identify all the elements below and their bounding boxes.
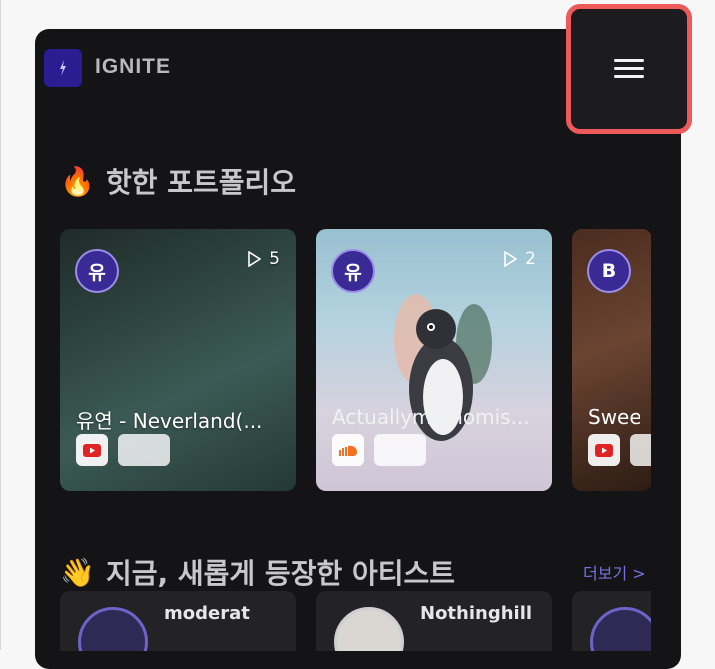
avatar[interactable] [78,607,148,651]
fire-icon: 🔥 [60,164,95,198]
avatar[interactable]: B [587,249,631,293]
tag-pill [374,434,426,466]
tag-pill [118,434,170,466]
play-icon [504,251,518,267]
hot-portfolio-heading: 🔥 핫한 포트폴리오 [60,161,296,201]
avatar[interactable]: 유 [331,249,375,293]
artist-card[interactable]: Nothinghill [316,591,552,651]
logo-text[interactable]: IGNITE [95,55,171,79]
avatar[interactable] [334,607,404,651]
play-icon [248,251,262,267]
logo-icon[interactable] [44,49,82,87]
play-count: 5 [247,249,280,269]
play-count-value: 5 [269,249,280,269]
portfolio-carousel[interactable]: 유 5 유연 - Neverland(... 유 2 Actuallymymom… [60,229,651,493]
youtube-icon[interactable] [76,434,108,466]
play-count-value: 2 [525,249,536,269]
platform-badges [588,434,651,466]
tag-pill [630,434,651,466]
portfolio-card[interactable]: B Sweet [572,229,651,491]
new-artists-title: 지금, 새롭게 등장한 아티스트 [106,557,456,590]
soundcloud-icon[interactable] [332,434,364,466]
menu-button[interactable] [566,4,692,134]
waving-hand-icon: 👋 [60,555,95,589]
play-count: 2 [503,249,536,269]
artist-name: moderat [164,603,250,624]
artist-card[interactable] [572,591,651,651]
avatar[interactable]: 유 [75,249,119,293]
hot-portfolio-title: 핫한 포트폴리오 [106,166,297,199]
artist-name: Nothinghill [420,603,533,624]
portfolio-card[interactable]: 유 2 Actuallymymomis... [316,229,552,491]
portfolio-title: Sweet [588,405,640,429]
youtube-icon[interactable] [588,434,620,466]
portfolio-card[interactable]: 유 5 유연 - Neverland(... [60,229,296,491]
platform-badges [332,434,426,466]
artist-carousel[interactable]: moderat Nothinghill [60,591,651,651]
platform-badges [76,434,170,466]
page-edge [0,0,1,650]
avatar[interactable] [590,607,651,651]
hamburger-menu-icon [614,59,644,79]
artist-card[interactable]: moderat [60,591,296,651]
portfolio-title: 유연 - Neverland(... [76,409,263,433]
see-more-link[interactable]: 더보기 > [583,560,646,584]
portfolio-title: Actuallymymomis... [332,405,530,429]
new-artists-heading: 👋 지금, 새롭게 등장한 아티스트 [60,552,455,592]
